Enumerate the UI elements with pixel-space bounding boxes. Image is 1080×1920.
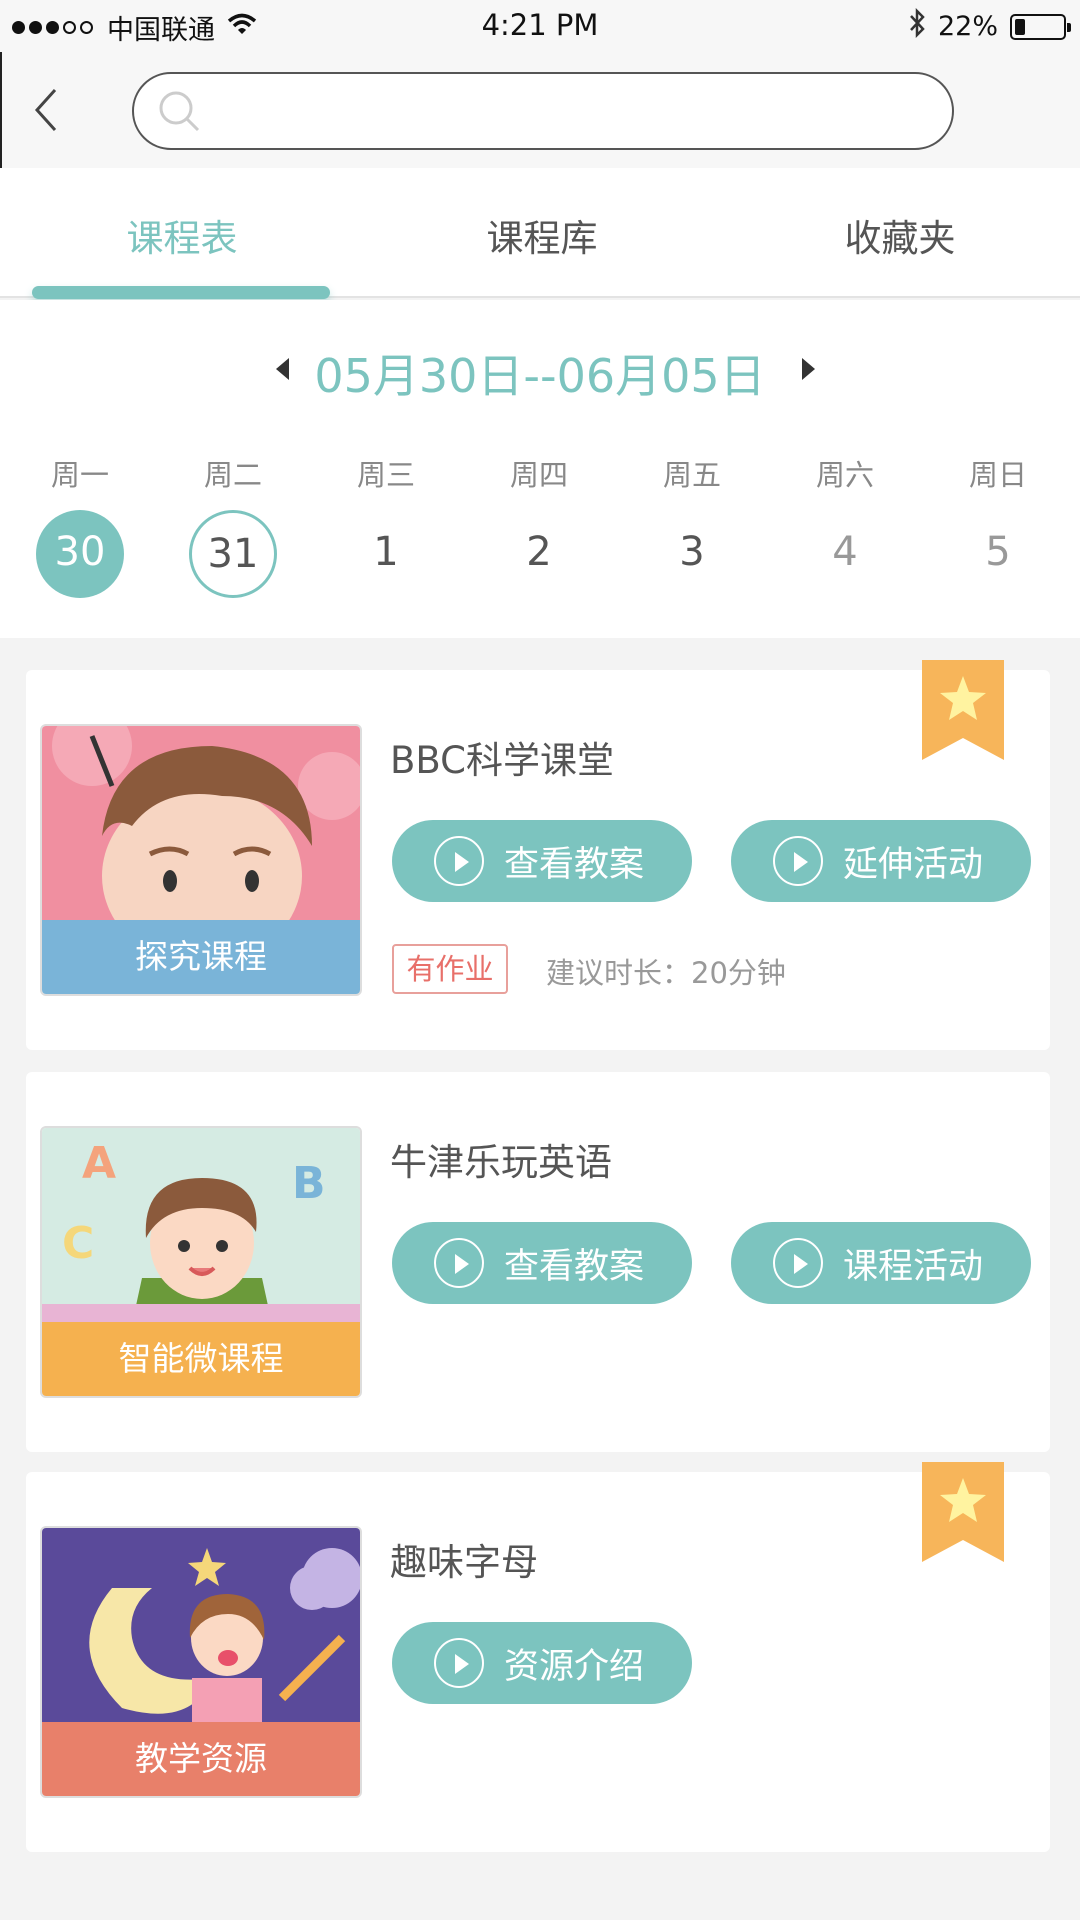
day-4[interactable]: 4 bbox=[801, 510, 889, 598]
active-tab-indicator bbox=[32, 286, 330, 299]
course-activity-button[interactable]: 课程活动 bbox=[731, 1222, 1031, 1304]
back-button[interactable] bbox=[24, 80, 68, 140]
week-selector: 05月30日--06月05日 周一 周二 周三 周四 周五 周六 周日 30 3… bbox=[0, 300, 1080, 638]
play-icon bbox=[434, 1638, 484, 1688]
view-lesson-plan-button[interactable]: 查看教案 bbox=[392, 820, 692, 902]
week-header: 05月30日--06月05日 bbox=[0, 340, 1080, 403]
week-range: 05月30日--06月05日 bbox=[314, 349, 766, 403]
extension-activity-button[interactable]: 延伸活动 bbox=[731, 820, 1031, 902]
chevron-left-icon bbox=[34, 88, 57, 132]
course-card-fun-alphabet[interactable]: 教学资源 趣味字母 资源介绍 bbox=[26, 1462, 1050, 1852]
battery-level bbox=[1015, 18, 1025, 35]
course-category-label: 智能微课程 bbox=[42, 1322, 360, 1396]
bookmark-star-icon[interactable] bbox=[922, 1462, 1004, 1562]
weekday-label: 周一 bbox=[50, 458, 109, 492]
course-card-oxford-english[interactable]: A B C 智能微课程 牛津乐玩英语 查看教案 课程活动 bbox=[26, 1072, 1050, 1452]
course-title[interactable]: 牛津乐玩英语 bbox=[390, 1132, 612, 1186]
battery-icon bbox=[1010, 13, 1071, 40]
day-3[interactable]: 3 bbox=[648, 510, 736, 598]
next-week-icon[interactable] bbox=[802, 358, 815, 380]
search-icon bbox=[156, 88, 204, 140]
course-card-bbc-science[interactable]: 探究课程 BBC科学课堂 查看教案 延伸活动 有作业 建议时长：20分钟 bbox=[26, 660, 1050, 1050]
boy-illustration bbox=[42, 726, 360, 922]
course-title[interactable]: 趣味字母 bbox=[390, 1532, 538, 1586]
day-5[interactable]: 5 bbox=[954, 510, 1042, 598]
weekday-label: 周三 bbox=[356, 458, 415, 492]
tab-library[interactable]: 课程库 bbox=[392, 208, 692, 262]
status-bar: 中国联通 4:21 PM 22% bbox=[0, 0, 1080, 52]
svg-text:B: B bbox=[292, 1158, 326, 1209]
weekday-label: 周二 bbox=[203, 458, 262, 492]
tab-bar: 课程表 课程库 收藏夹 bbox=[0, 168, 1080, 299]
button-label: 课程活动 bbox=[843, 1246, 984, 1287]
teacher-illustration: A B C bbox=[42, 1128, 360, 1324]
day-1[interactable]: 1 bbox=[342, 510, 430, 598]
button-label: 查看教案 bbox=[504, 1246, 645, 1287]
homework-badge: 有作业 bbox=[392, 944, 508, 994]
course-title[interactable]: BBC科学课堂 bbox=[390, 730, 614, 784]
day-2[interactable]: 2 bbox=[495, 510, 583, 598]
button-label: 查看教案 bbox=[504, 844, 645, 885]
moon-girl-illustration bbox=[42, 1528, 360, 1724]
course-category-label: 探究课程 bbox=[42, 920, 360, 994]
suggested-duration: 建议时长：20分钟 bbox=[546, 956, 786, 990]
svg-text:C: C bbox=[62, 1218, 94, 1269]
bluetooth-icon bbox=[908, 7, 926, 45]
play-icon bbox=[434, 836, 484, 886]
weekday-label: 周日 bbox=[968, 458, 1027, 492]
play-icon bbox=[773, 836, 823, 886]
bookmark-star-icon[interactable] bbox=[922, 660, 1004, 760]
course-thumbnail[interactable]: A B C 智能微课程 bbox=[40, 1126, 362, 1398]
button-label: 延伸活动 bbox=[843, 844, 984, 885]
day-30[interactable]: 30 bbox=[36, 510, 124, 598]
course-thumbnail[interactable]: 教学资源 bbox=[40, 1526, 362, 1798]
weekday-label: 周五 bbox=[662, 458, 721, 492]
play-icon bbox=[434, 1238, 484, 1288]
nav-bar bbox=[0, 52, 1080, 168]
prev-week-icon[interactable] bbox=[276, 358, 289, 380]
course-category-label: 教学资源 bbox=[42, 1722, 360, 1796]
battery-percent: 22% bbox=[937, 11, 998, 42]
weekday-label: 周六 bbox=[815, 458, 874, 492]
tab-schedule[interactable]: 课程表 bbox=[32, 208, 332, 262]
search-box[interactable] bbox=[132, 72, 954, 150]
weekday-label: 周四 bbox=[509, 458, 568, 492]
resource-intro-button[interactable]: 资源介绍 bbox=[392, 1622, 692, 1704]
button-label: 资源介绍 bbox=[504, 1646, 645, 1687]
day-31[interactable]: 31 bbox=[189, 510, 277, 598]
svg-text:A: A bbox=[82, 1138, 116, 1189]
play-icon bbox=[773, 1238, 823, 1288]
view-lesson-plan-button[interactable]: 查看教案 bbox=[392, 1222, 692, 1304]
tab-favorites[interactable]: 收藏夹 bbox=[750, 208, 1050, 262]
course-thumbnail[interactable]: 探究课程 bbox=[40, 724, 362, 996]
search-input[interactable] bbox=[214, 84, 934, 140]
